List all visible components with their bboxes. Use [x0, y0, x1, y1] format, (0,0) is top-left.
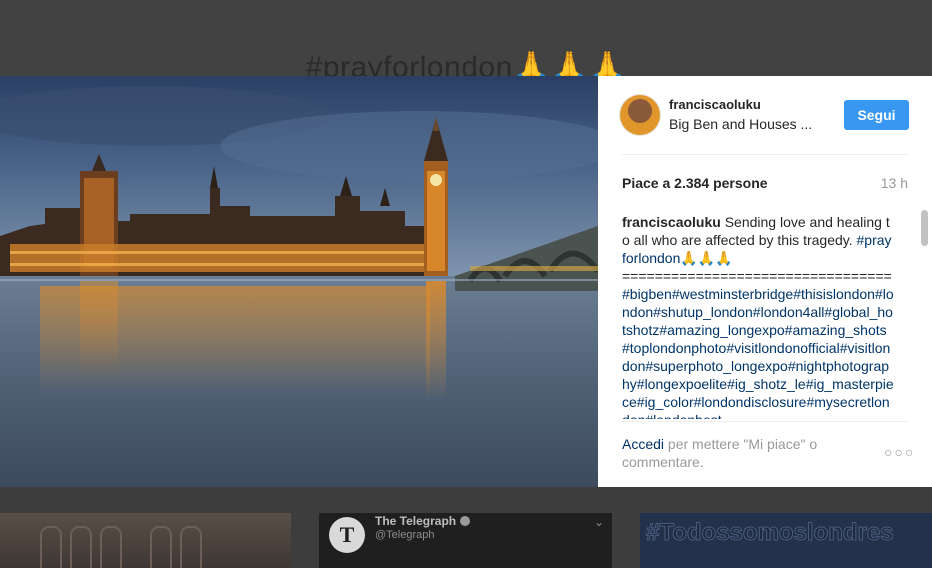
tweet-author-handle: @Telegraph	[375, 529, 435, 541]
grid-thumbnail-2[interactable]: T The Telegraph @Telegraph ⌄	[319, 513, 612, 568]
post-photo-image	[0, 76, 598, 487]
post-location[interactable]: Big Ben and Houses ...	[669, 116, 812, 132]
post-photo	[0, 76, 598, 487]
more-options-button[interactable]: ○○○	[884, 444, 915, 460]
caption-hashtags[interactable]: #bigben#westminsterbridge#thisislondon#l…	[622, 286, 894, 419]
grid-thumbnail-1[interactable]	[0, 513, 291, 568]
post-timestamp[interactable]: 13 h	[881, 175, 908, 191]
caption-username[interactable]: franciscaoluku	[622, 214, 721, 230]
telegraph-logo: T	[329, 517, 365, 553]
thumbnail-hashtag-text: #Todossomoslondres	[646, 519, 895, 547]
author-username[interactable]: franciscaoluku	[669, 97, 761, 112]
header-divider	[622, 154, 908, 155]
scrollbar-thumb[interactable]	[921, 210, 928, 246]
follow-button[interactable]: Segui	[844, 100, 909, 130]
login-prompt: Accedi per mettere "Mi piace" o commenta…	[622, 435, 852, 471]
post-details-panel: franciscaoluku Big Ben and Houses ... Se…	[598, 76, 932, 487]
grid-thumbnail-3[interactable]: #Todossomoslondres	[640, 513, 932, 568]
caption-comment: franciscaoluku Sending love and healing …	[622, 213, 894, 419]
author-avatar[interactable]	[620, 95, 660, 135]
login-link[interactable]: Accedi	[622, 436, 664, 452]
comments-scrollbar[interactable]	[920, 207, 929, 419]
post-modal: franciscaoluku Big Ben and Houses ... Se…	[0, 76, 932, 487]
verified-icon	[460, 516, 471, 526]
tweet-author-name: The Telegraph	[375, 514, 457, 528]
caption-separator: =================================	[622, 268, 892, 284]
chevron-down-icon: ⌄	[593, 515, 604, 529]
comments-divider	[622, 421, 908, 422]
likes-count[interactable]: Piace a 2.384 persone	[622, 175, 768, 191]
prayer-emoji: 🙏🙏🙏	[680, 250, 733, 266]
